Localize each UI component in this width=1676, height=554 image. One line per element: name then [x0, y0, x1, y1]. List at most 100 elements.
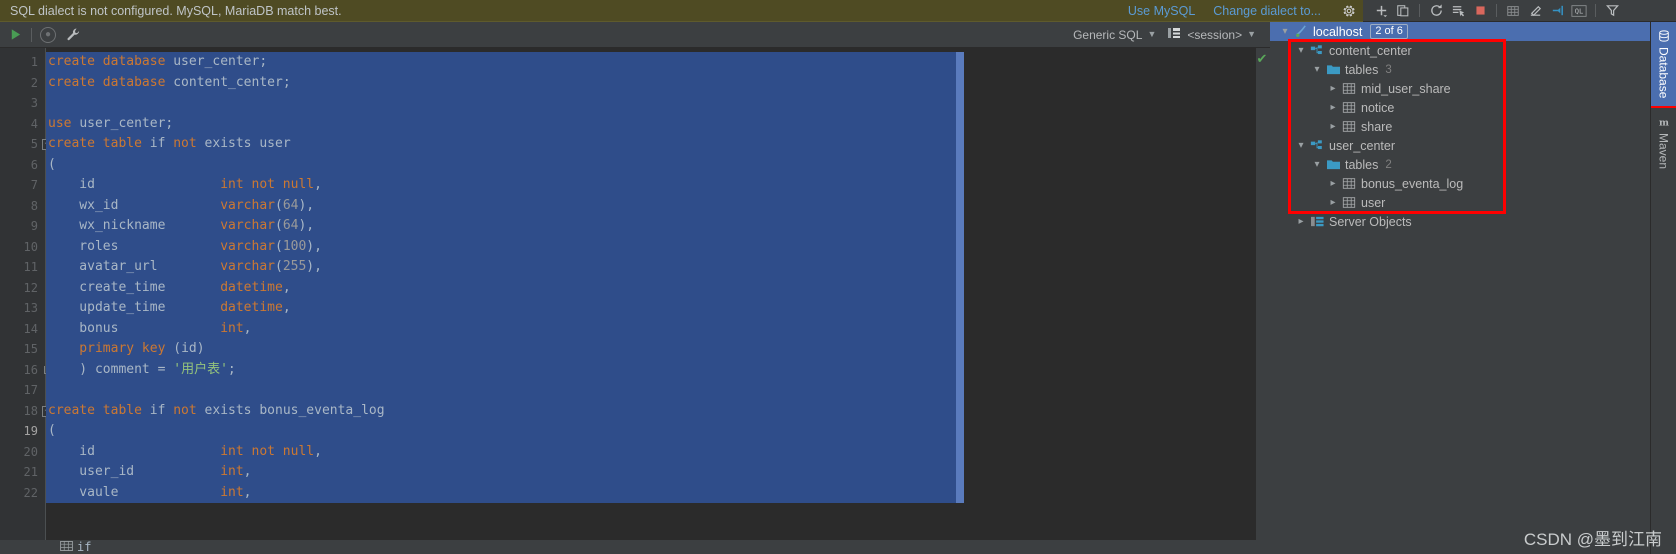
tree-node-mid-user-share[interactable]: mid_user_share — [1270, 79, 1650, 98]
chevron-right-icon[interactable] — [1326, 121, 1340, 132]
code-token: ( — [274, 197, 283, 213]
code-line[interactable]: user_id int, — [46, 462, 1270, 483]
tree-node-user[interactable]: user — [1270, 193, 1650, 212]
code-line[interactable]: update_time datetime, — [46, 298, 1270, 319]
refresh-icon[interactable] — [1426, 2, 1446, 20]
line-number-gutter[interactable]: 12345−6789101112131415161718−19202122 — [0, 48, 53, 554]
code-token: , — [243, 464, 252, 479]
schema-count-badge[interactable]: 2 of 6 — [1370, 24, 1408, 39]
sidebar-item-database[interactable]: Database — [1651, 22, 1676, 109]
maven-icon: m — [1658, 116, 1670, 129]
chevron-down-icon[interactable] — [1310, 64, 1324, 75]
session-selector[interactable]: <session> ▼ — [1164, 26, 1260, 43]
code-line[interactable]: bonus int, — [46, 319, 1270, 340]
toolbar-separator — [31, 27, 32, 42]
editor-area[interactable]: 12345−6789101112131415161718−19202122 cr… — [0, 48, 1270, 554]
code-line[interactable]: wx_id varchar(64), — [46, 196, 1270, 217]
chevron-right-icon[interactable] — [1326, 178, 1340, 189]
chevron-right-icon[interactable] — [1326, 197, 1340, 208]
line-number: 18− — [0, 401, 53, 422]
play-triangle-icon[interactable] — [4, 25, 26, 45]
funnel-icon[interactable] — [1602, 2, 1622, 20]
tree-node-tables[interactable]: tables 2 — [1270, 155, 1650, 174]
chevron-down-icon[interactable] — [1294, 45, 1308, 56]
code-line[interactable]: id int not null, — [46, 442, 1270, 463]
tree-node-count: 3 — [1385, 63, 1392, 76]
code-line[interactable]: use user_center; — [46, 114, 1270, 135]
chevron-right-icon[interactable] — [1294, 216, 1308, 227]
code-line[interactable] — [46, 93, 1270, 114]
chevron-down-icon[interactable] — [1294, 140, 1308, 151]
chevron-right-icon[interactable] — [1326, 83, 1340, 94]
code-token: ; — [282, 74, 291, 90]
use-mysql-link[interactable]: Use MySQL — [1128, 4, 1195, 18]
wrench-icon[interactable] — [62, 25, 84, 45]
code-token: ), — [298, 197, 315, 213]
code-area[interactable]: create database user_center; create datab… — [46, 48, 1270, 554]
code-token: ; — [165, 115, 174, 131]
tree-node-content-center[interactable]: content_center — [1270, 41, 1650, 60]
code-line[interactable]: id int not null, — [46, 175, 1270, 196]
tree-node-label: user — [1361, 195, 1386, 210]
change-dialect-link[interactable]: Change dialect to... — [1213, 4, 1321, 18]
code-token: 64 — [282, 218, 299, 233]
code-line[interactable]: roles varchar(100), — [46, 237, 1270, 258]
database-connection-icon — [1292, 24, 1310, 39]
editor-toolbar-right: Generic SQL ▼ <session> ▼ — [1069, 26, 1260, 43]
code-line[interactable]: create database user_center; — [46, 52, 1270, 73]
line-number: 21 — [23, 465, 38, 479]
code-token: ( — [274, 218, 283, 233]
code-line[interactable]: vaule int, — [46, 483, 1270, 504]
jump-to-source-icon[interactable] — [1547, 2, 1567, 20]
code-token: vaule — [48, 484, 221, 500]
chevron-down-icon[interactable] — [1278, 26, 1292, 37]
copy-icon[interactable] — [1393, 2, 1413, 20]
gear-icon[interactable] — [1341, 3, 1357, 19]
code-token: datetime — [220, 279, 283, 295]
toolbar-separator — [1419, 4, 1420, 17]
table-icon[interactable] — [1503, 2, 1523, 20]
tree-node-user-center[interactable]: user_center — [1270, 136, 1650, 155]
line-number: 6 — [30, 157, 38, 172]
plus-icon[interactable] — [1371, 2, 1391, 20]
code-line[interactable]: ( — [46, 155, 1270, 176]
code-token: varchar — [220, 197, 275, 213]
code-line[interactable]: wx_nickname varchar(64), — [46, 216, 1270, 237]
stop-square-icon[interactable] — [1470, 2, 1490, 20]
console-icon[interactable] — [1448, 2, 1468, 20]
tree-node-bonus-eventa-log[interactable]: bonus_eventa_log — [1270, 174, 1650, 193]
table-icon — [1340, 177, 1358, 190]
table-icon — [1340, 101, 1358, 114]
inspection-ok-badge[interactable]: ✔ — [1255, 51, 1269, 66]
code-token: ( — [173, 341, 182, 356]
code-token: ( — [48, 423, 56, 438]
tree-node-localhost[interactable]: localhost 2 of 6 — [1270, 22, 1650, 41]
dialect-selector[interactable]: Generic SQL ▼ — [1069, 27, 1160, 43]
code-line[interactable]: avatar_url varchar(255), — [46, 257, 1270, 278]
database-tree[interactable]: localhost 2 of 6 content_centertables 3 mid_… — [1270, 22, 1650, 231]
tree-node-tables[interactable]: tables 3 — [1270, 60, 1650, 79]
code-line[interactable]: primary key (id) — [46, 339, 1270, 360]
tree-node-server-objects[interactable]: Server Objects — [1270, 212, 1650, 231]
tree-node-share[interactable]: share — [1270, 117, 1650, 136]
code-line[interactable] — [46, 380, 1270, 401]
code-lines: create database user_center; create datab… — [46, 52, 1270, 503]
code-line[interactable]: ( — [46, 421, 1270, 442]
chevron-right-icon[interactable] — [1326, 102, 1340, 113]
chevron-down-icon: ▼ — [1147, 29, 1157, 39]
tree-node-notice[interactable]: notice — [1270, 98, 1650, 117]
vertical-scrollbar-thumb[interactable] — [956, 52, 964, 503]
pencil-icon[interactable] — [1525, 2, 1545, 20]
code-line[interactable]: create table if not exists bonus_eventa_… — [46, 401, 1270, 422]
code-line[interactable]: ) comment = '用户表'; — [46, 360, 1270, 381]
code-line[interactable]: create_time datetime, — [46, 278, 1270, 299]
sidebar-item-maven[interactable]: m Maven — [1651, 108, 1676, 177]
chevron-down-icon[interactable] — [1310, 159, 1324, 170]
code-line[interactable]: create database content_center; — [46, 73, 1270, 94]
ql-icon[interactable]: QL — [1569, 2, 1589, 20]
code-token: int — [220, 320, 244, 336]
circle-stop-icon[interactable]: ● — [40, 26, 56, 43]
editor-bottom-bar: if — [0, 540, 1270, 554]
code-line[interactable]: create table if not exists user — [46, 134, 1270, 155]
marker-strip[interactable]: ✔ — [1256, 48, 1270, 554]
